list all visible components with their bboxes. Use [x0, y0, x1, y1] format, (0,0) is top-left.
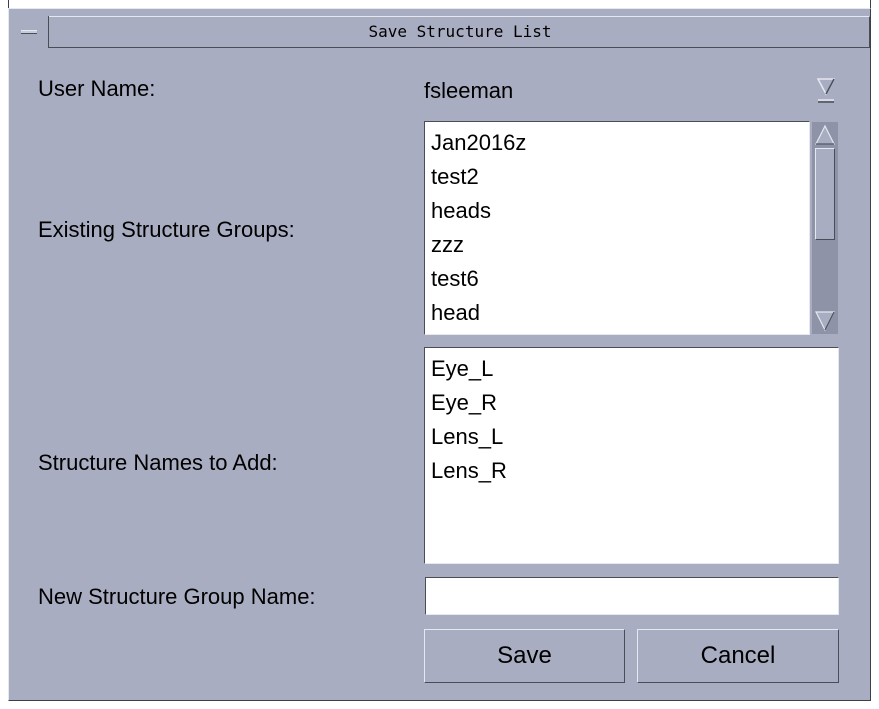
cancel-button[interactable]: Cancel — [637, 629, 839, 683]
scrollbar-thumb[interactable] — [815, 148, 835, 240]
list-item[interactable]: zzz — [431, 228, 809, 262]
scroll-up-arrow-icon[interactable] — [815, 124, 835, 146]
list-item[interactable]: Eye_L — [431, 352, 838, 386]
list-item[interactable]: Lens_L — [431, 420, 838, 454]
new-group-name-input[interactable] — [425, 577, 839, 615]
list-item[interactable]: Lens_R — [431, 454, 838, 488]
list-item[interactable]: test6 — [431, 262, 809, 296]
list-item[interactable]: test2 — [431, 160, 809, 194]
structure-names-label: Structure Names to Add: — [38, 450, 278, 475]
existing-groups-scrollbar[interactable] — [812, 122, 838, 334]
user-name-value: fsleeman — [424, 78, 514, 103]
frame-corner — [870, 0, 871, 8]
list-item[interactable]: Jan2016z — [431, 126, 809, 160]
scroll-down-arrow-icon[interactable] — [815, 310, 835, 332]
list-item[interactable]: heads — [431, 194, 809, 228]
existing-groups-label: Existing Structure Groups: — [38, 217, 295, 242]
chevron-down-icon — [817, 78, 835, 103]
save-button[interactable]: Save — [424, 629, 625, 683]
new-group-name-label: New Structure Group Name: — [38, 584, 316, 609]
user-name-dropdown[interactable]: fsleeman — [424, 72, 839, 112]
window-menu-button[interactable] — [9, 16, 49, 48]
window-menu-icon — [21, 30, 37, 34]
frame-corner — [8, 0, 9, 8]
list-item[interactable]: head — [431, 296, 809, 330]
window-title: Save Structure List — [368, 22, 552, 41]
user-name-label: User Name: — [38, 76, 156, 101]
list-item[interactable]: Eye_R — [431, 386, 838, 420]
existing-groups-list[interactable]: Jan2016z test2 heads zzz test6 head — [424, 121, 810, 335]
structure-names-list[interactable]: Eye_L Eye_R Lens_L Lens_R — [424, 347, 839, 564]
